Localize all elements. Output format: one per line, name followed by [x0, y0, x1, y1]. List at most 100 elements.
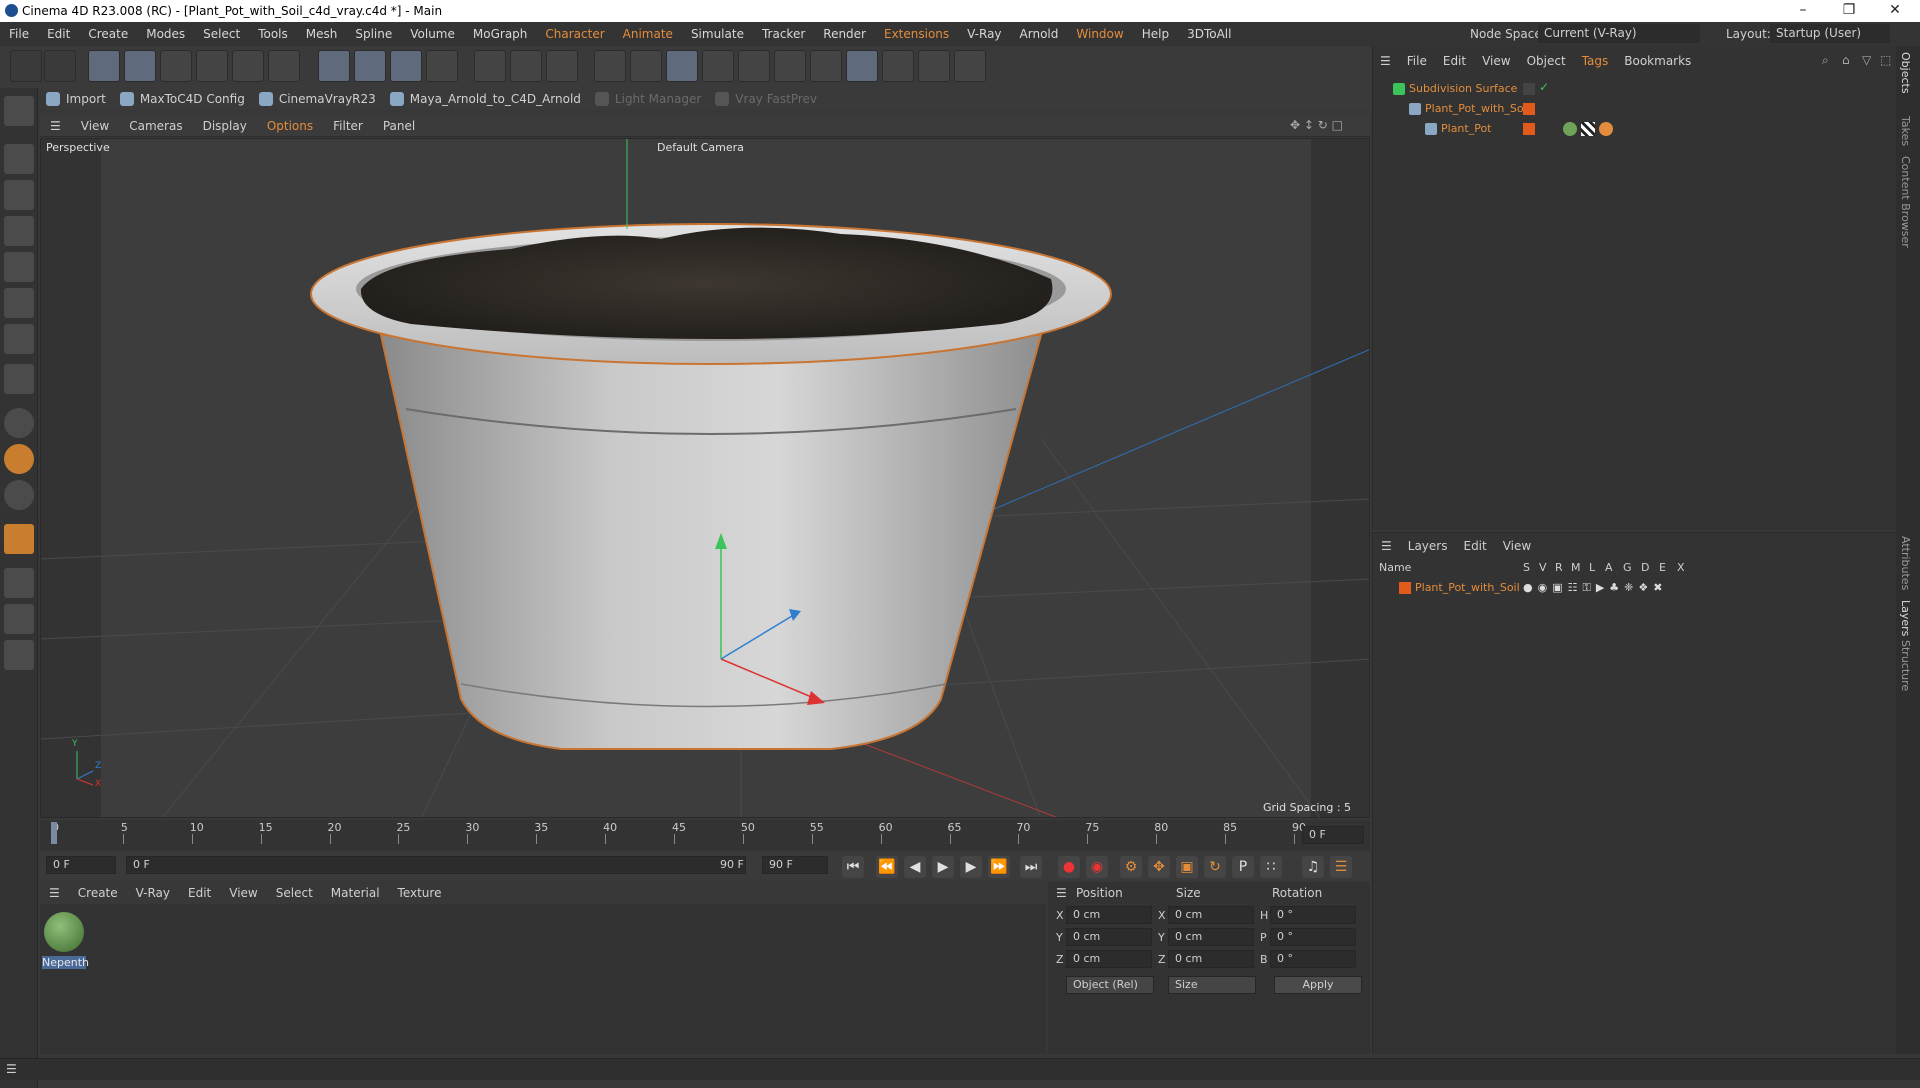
axis-z-icon[interactable]: [390, 50, 422, 82]
render-view-icon[interactable]: [510, 50, 542, 82]
extrude-icon[interactable]: [702, 50, 734, 82]
menu-vray[interactable]: V-Ray: [958, 27, 1010, 41]
minimize-button[interactable]: –: [1780, 0, 1826, 22]
next-frame-icon[interactable]: ▶: [960, 856, 982, 878]
menu-help[interactable]: Help: [1133, 27, 1178, 41]
layer-menu-layers[interactable]: Layers: [1400, 539, 1456, 553]
uv-mode-icon[interactable]: [4, 324, 34, 354]
polygons-mode-icon[interactable]: [4, 288, 34, 318]
range-start-field[interactable]: 0 F: [126, 856, 746, 874]
viewport-menu-panel[interactable]: Panel: [373, 119, 425, 133]
menu-mesh[interactable]: Mesh: [297, 27, 347, 41]
tab-layers[interactable]: Layers: [1899, 600, 1912, 636]
menu-character[interactable]: Character: [536, 27, 613, 41]
obj-menu-file[interactable]: File: [1399, 54, 1435, 68]
vray-tag-icon[interactable]: [1599, 122, 1613, 136]
menu-create[interactable]: Create: [79, 27, 137, 41]
timeline-ruler[interactable]: 051015202530354045505560657075808590 0 F: [40, 820, 1370, 850]
obj-menu-object[interactable]: Object: [1519, 54, 1574, 68]
layer-color-swatch[interactable]: [1523, 123, 1535, 135]
move-tool-icon[interactable]: [124, 50, 156, 82]
layer-name[interactable]: Plant_Pot_with_Soil: [1415, 581, 1520, 594]
pos-x-field[interactable]: 0 cm: [1066, 906, 1152, 924]
autokey-icon[interactable]: ◉: [1086, 856, 1108, 878]
material-name[interactable]: Nepenth: [42, 956, 89, 969]
sound-icon[interactable]: ♫: [1302, 856, 1324, 878]
mat-menu-texture[interactable]: Texture: [389, 886, 451, 900]
tab-attributes[interactable]: Attributes: [1899, 536, 1912, 590]
layer-color-swatch[interactable]: [1399, 582, 1411, 594]
rot-b-field[interactable]: 0 °: [1270, 950, 1356, 968]
apply-button[interactable]: Apply: [1274, 976, 1362, 994]
select-tool-icon[interactable]: [88, 50, 120, 82]
end-frame-field[interactable]: 90 F: [762, 856, 828, 874]
next-key-icon[interactable]: ⏩: [988, 856, 1010, 878]
viewport-menu-filter[interactable]: Filter: [323, 119, 373, 133]
obj-menu-tags[interactable]: Tags: [1574, 54, 1617, 68]
viewport[interactable]: Perspective Default Camera Grid Spacing …: [40, 138, 1370, 818]
goto-end-icon[interactable]: ⏭: [1020, 856, 1042, 878]
hamburger-icon[interactable]: ☰: [40, 119, 71, 133]
layer-menu-edit[interactable]: Edit: [1455, 539, 1494, 553]
rotate-tool-icon[interactable]: [196, 50, 228, 82]
subdivision-icon[interactable]: [666, 50, 698, 82]
snap-s2-icon[interactable]: [4, 444, 34, 474]
material-swatch[interactable]: [44, 912, 84, 952]
playhead[interactable]: [51, 822, 57, 844]
uvw-tag-icon[interactable]: [1581, 122, 1595, 136]
key-scale-icon[interactable]: ▣: [1176, 856, 1198, 878]
workplane-icon[interactable]: [4, 568, 34, 598]
keyframe-selection-icon[interactable]: ⚙: [1120, 856, 1142, 878]
start-frame-field[interactable]: 0 F: [46, 856, 116, 874]
visibility-dots[interactable]: [1523, 83, 1535, 95]
mat-menu-select[interactable]: Select: [267, 886, 322, 900]
rot-h-field[interactable]: 0 °: [1270, 906, 1356, 924]
mat-menu-material[interactable]: Material: [322, 886, 389, 900]
cube-icon[interactable]: [594, 50, 626, 82]
filter-icon[interactable]: ▽: [1862, 53, 1871, 67]
plugin-maxtoc4d[interactable]: MaxToC4D Config: [119, 92, 245, 106]
hamburger-icon[interactable]: ☰: [40, 886, 69, 900]
hamburger-icon[interactable]: ☰: [1373, 539, 1400, 553]
layer-menu-view[interactable]: View: [1495, 539, 1539, 553]
redo-button[interactable]: [44, 50, 76, 82]
axis-y-icon[interactable]: [354, 50, 386, 82]
check-icon[interactable]: ✓: [1539, 80, 1549, 94]
grid-icon[interactable]: [4, 604, 34, 634]
make-editable-icon[interactable]: [4, 96, 34, 126]
hamburger-icon[interactable]: ☰: [1372, 54, 1399, 68]
layer-color-swatch[interactable]: [1523, 103, 1535, 115]
mat-menu-create[interactable]: Create: [69, 886, 127, 900]
menu-spline[interactable]: Spline: [346, 27, 401, 41]
add-object-icon[interactable]: [268, 50, 300, 82]
mograph-icon[interactable]: [738, 50, 770, 82]
prev-frame-icon[interactable]: ◀: [904, 856, 926, 878]
search-icon[interactable]: ⌕: [1822, 53, 1829, 68]
scale-tool-icon[interactable]: [160, 50, 192, 82]
texture-mode-icon[interactable]: [4, 180, 34, 210]
mat-menu-view[interactable]: View: [220, 886, 266, 900]
pos-y-field[interactable]: 0 cm: [1066, 928, 1152, 946]
model-mode-icon[interactable]: [4, 144, 34, 174]
key-param-icon[interactable]: P: [1232, 856, 1254, 878]
menu-animate[interactable]: Animate: [614, 27, 682, 41]
undo-button[interactable]: [10, 50, 42, 82]
light-icon[interactable]: [954, 50, 986, 82]
plugin-maya-arnold[interactable]: Maya_Arnold_to_C4D_Arnold: [389, 92, 581, 106]
key-position-icon[interactable]: ✥: [1148, 856, 1170, 878]
home-icon[interactable]: ⌂: [1842, 53, 1850, 67]
size-z-field[interactable]: 0 cm: [1168, 950, 1254, 968]
psr-tool-icon[interactable]: [232, 50, 264, 82]
menu-modes[interactable]: Modes: [137, 27, 194, 41]
render-settings-icon[interactable]: [546, 50, 578, 82]
mat-menu-vray[interactable]: V-Ray: [127, 886, 179, 900]
tab-content-browser[interactable]: Content Browser: [1899, 156, 1912, 248]
viewport-menu-view[interactable]: View: [71, 119, 119, 133]
object-row-subdivision[interactable]: Subdivision Surface ✓: [1377, 80, 1889, 98]
menu-select[interactable]: Select: [194, 27, 249, 41]
restore-button[interactable]: ❐: [1826, 0, 1872, 22]
obj-menu-edit[interactable]: Edit: [1435, 54, 1474, 68]
deformer-icon[interactable]: [810, 50, 842, 82]
pen-icon[interactable]: [630, 50, 662, 82]
locked-workplane-icon[interactable]: [4, 640, 34, 670]
